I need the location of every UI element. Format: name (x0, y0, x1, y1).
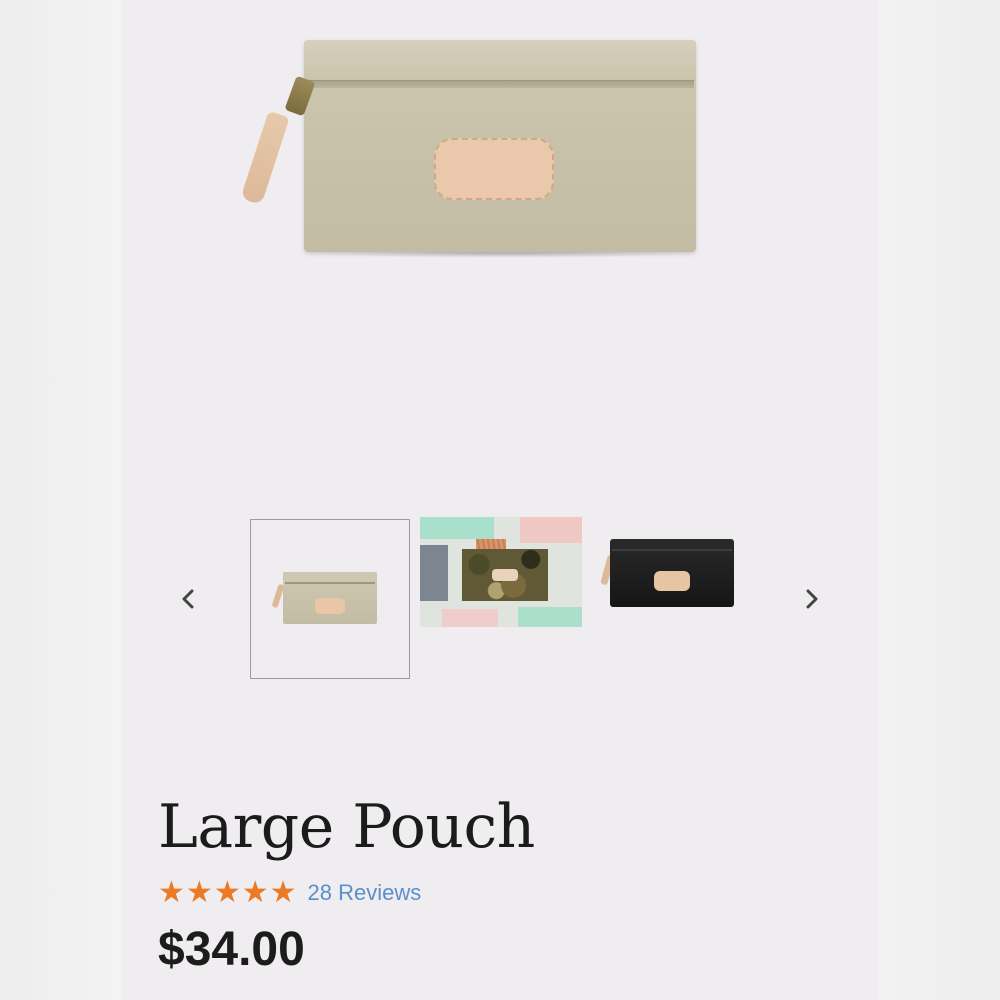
camo-leather-patch (492, 569, 518, 581)
star-rating: ★ ★ ★ ★ ★ (158, 878, 298, 908)
grey-pouch (420, 545, 448, 601)
thumb-zipper (612, 549, 732, 551)
thumbnail-carousel (122, 515, 878, 685)
thumbnail-lifestyle[interactable] (420, 517, 582, 627)
main-product-image[interactable] (122, 0, 878, 300)
product-rating: ★ ★ ★ ★ ★ 28 Reviews (158, 876, 421, 910)
product-page: Large Pouch ★ ★ ★ ★ ★ 28 Reviews $34.00 (122, 0, 878, 1000)
star-icon: ★ (269, 876, 297, 909)
reviews-link[interactable]: 28 Reviews (308, 880, 422, 906)
product-price: $34.00 (158, 923, 305, 976)
thumbnail-tan-pouch[interactable] (250, 519, 410, 679)
thumb-leather-patch (315, 598, 345, 614)
mint-pouch (420, 517, 494, 539)
thumb-leather-patch (654, 571, 690, 591)
star-icon: ★ (241, 876, 269, 909)
thumbnail-black-pouch[interactable] (592, 517, 754, 627)
pouch-zipper (308, 80, 694, 88)
leather-patch (434, 138, 554, 200)
right-margin (878, 0, 1000, 1000)
left-margin (0, 0, 122, 1000)
star-icon: ★ (213, 876, 241, 909)
zipper-leather-tab (240, 110, 290, 206)
star-icon: ★ (158, 876, 185, 909)
pouch-top-flap (304, 40, 696, 80)
chevron-left-icon[interactable] (174, 585, 202, 613)
product-title: Large Pouch (158, 792, 535, 862)
pink-pouch (520, 517, 582, 543)
mint-pouch-bottom (518, 607, 582, 627)
pink-pouch-bottom (442, 609, 498, 627)
chevron-right-icon[interactable] (798, 585, 826, 613)
star-icon: ★ (185, 876, 213, 909)
thumb-zipper (285, 582, 375, 584)
